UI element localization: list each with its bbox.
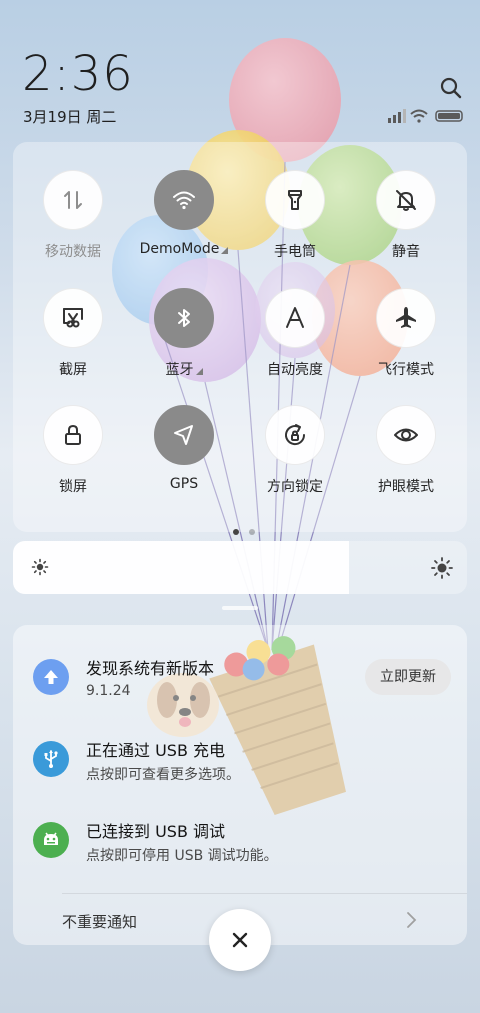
- expand-arrow-icon[interactable]: [221, 247, 229, 254]
- gps-icon: [154, 405, 214, 465]
- divider: [62, 893, 467, 894]
- battery-icon: [435, 110, 463, 122]
- eye-icon: [376, 405, 436, 465]
- tile-label: 手电筒: [274, 244, 316, 260]
- panel-drag-handle[interactable]: [222, 606, 258, 610]
- tile-gps[interactable]: GPS: [129, 405, 239, 515]
- wifi-status-icon: [410, 109, 428, 123]
- date-label: 3月19日 周二: [23, 108, 117, 126]
- tile-label: 自动亮度: [267, 362, 323, 378]
- tile-eye[interactable]: 护眼模式: [351, 405, 461, 515]
- tile-rotation-lock[interactable]: 方向锁定: [240, 405, 350, 515]
- close-icon: [232, 932, 248, 948]
- expand-arrow-icon[interactable]: [195, 368, 203, 375]
- status-bar-icons: [388, 109, 463, 123]
- clock-time: 2:36: [22, 46, 134, 102]
- tile-label: GPS: [169, 476, 199, 492]
- tile-label: 护眼模式: [378, 479, 434, 495]
- signal-icon: [388, 109, 406, 123]
- tile-label: 飞行模式: [378, 362, 434, 378]
- tile-mute-bell[interactable]: 静音: [351, 170, 461, 280]
- brightness-fill: [13, 541, 349, 594]
- tile-lock[interactable]: 锁屏: [18, 405, 128, 515]
- unimportant-notifications-link[interactable]: 不重要通知: [62, 911, 137, 932]
- tile-airplane[interactable]: 飞行模式: [351, 288, 461, 398]
- page-indicator: [228, 520, 260, 539]
- mute-bell-icon: [376, 170, 436, 230]
- tile-wifi[interactable]: DemoMode: [129, 170, 239, 280]
- search-icon[interactable]: [440, 77, 462, 99]
- notification-title: 已连接到 USB 调试: [86, 822, 226, 841]
- notification-text: 点按即可停用 USB 调试功能。: [86, 848, 278, 864]
- screenshot-icon: [43, 288, 103, 348]
- notification-title: 发现系统有新版本: [86, 659, 215, 678]
- notification-text: 9.1.24: [86, 683, 131, 699]
- page-dot[interactable]: [249, 529, 255, 535]
- chevron-right-icon[interactable]: [404, 911, 418, 929]
- android-icon: [33, 822, 69, 858]
- update-now-button[interactable]: 立即更新: [365, 659, 451, 695]
- brightness-low-icon: [31, 558, 49, 576]
- tile-mobile-data[interactable]: 移动数据: [18, 170, 128, 280]
- airplane-icon: [376, 288, 436, 348]
- tile-screenshot[interactable]: 截屏: [18, 288, 128, 398]
- tile-flashlight[interactable]: 手电筒: [240, 170, 350, 280]
- tile-label: DemoMode: [129, 241, 239, 257]
- flashlight-icon: [265, 170, 325, 230]
- wifi-icon: [154, 170, 214, 230]
- page-dot[interactable]: [233, 529, 239, 535]
- notification-title: 正在通过 USB 充电: [86, 741, 226, 760]
- rotation-lock-icon: [265, 405, 325, 465]
- usb-icon: [33, 741, 69, 777]
- notification-text: 点按即可查看更多选项。: [86, 767, 240, 783]
- tile-label: 截屏: [59, 362, 87, 378]
- update-arrow-icon: [33, 659, 69, 695]
- bluetooth-icon: [154, 288, 214, 348]
- auto-brightness-icon: [265, 288, 325, 348]
- tile-bluetooth[interactable]: 蓝牙: [129, 288, 239, 398]
- tile-label: 移动数据: [45, 244, 101, 260]
- tile-label: 蓝牙: [129, 359, 239, 379]
- tile-label: 锁屏: [59, 479, 87, 495]
- tile-label: 方向锁定: [267, 479, 323, 495]
- lock-icon: [43, 405, 103, 465]
- brightness-high-icon: [431, 557, 453, 579]
- clear-all-button[interactable]: [209, 909, 271, 971]
- tile-auto-brightness[interactable]: 自动亮度: [240, 288, 350, 398]
- mobile-data-icon: [43, 170, 103, 230]
- brightness-slider[interactable]: [13, 541, 467, 594]
- tile-label: 静音: [392, 244, 420, 260]
